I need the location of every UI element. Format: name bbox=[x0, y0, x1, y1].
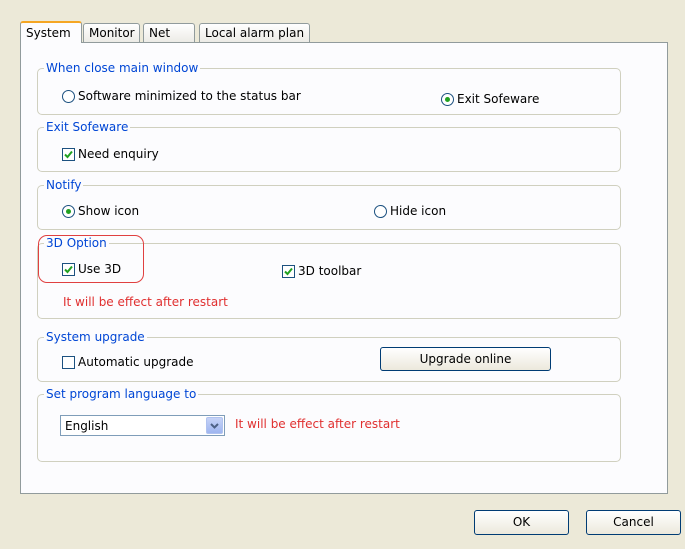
radio-label: Hide icon bbox=[390, 204, 447, 218]
group-legend: System upgrade bbox=[44, 330, 147, 345]
tab-monitor[interactable]: Monitor bbox=[83, 23, 140, 42]
radio-label: Show icon bbox=[78, 204, 140, 218]
radio-selected-icon bbox=[62, 204, 75, 218]
checkmark-icon bbox=[62, 147, 75, 161]
language-restart-notice: It will be effect after restart bbox=[235, 417, 400, 431]
group-legend: Exit Sofeware bbox=[44, 120, 131, 135]
chevron-down-icon[interactable] bbox=[206, 417, 223, 434]
checkbox-need-enquiry[interactable]: Need enquiry bbox=[62, 147, 159, 161]
cancel-button[interactable]: Cancel bbox=[586, 510, 681, 535]
group-legend: When close main window bbox=[44, 61, 201, 76]
checkmark-icon bbox=[62, 262, 75, 276]
language-select-value: English bbox=[65, 419, 109, 433]
group-legend: Notify bbox=[44, 178, 84, 193]
radio-exit-software[interactable]: Exit Sofeware bbox=[441, 92, 539, 106]
language-select[interactable]: English bbox=[60, 415, 225, 436]
checkbox-label: 3D toolbar bbox=[298, 264, 362, 278]
radio-hide-icon[interactable]: Hide icon bbox=[374, 204, 446, 218]
checkbox-3d-toolbar[interactable]: 3D toolbar bbox=[282, 264, 361, 278]
tab-net[interactable]: Net bbox=[143, 23, 195, 42]
tab-system[interactable]: System bbox=[20, 21, 82, 43]
checkbox-use-3d[interactable]: Use 3D bbox=[62, 262, 121, 276]
checkbox-label: Use 3D bbox=[78, 262, 122, 276]
radio-selected-icon bbox=[441, 92, 454, 106]
radio-minimize-to-status-bar[interactable]: Software minimized to the status bar bbox=[62, 89, 301, 103]
upgrade-online-button[interactable]: Upgrade online bbox=[380, 347, 551, 371]
radio-label: Exit Sofeware bbox=[457, 92, 540, 106]
group-legend: Set program language to bbox=[44, 387, 199, 402]
checkbox-automatic-upgrade[interactable]: Automatic upgrade bbox=[62, 355, 193, 369]
tab-local-alarm-plan[interactable]: Local alarm plan bbox=[199, 23, 310, 42]
radio-show-icon[interactable]: Show icon bbox=[62, 204, 139, 218]
radio-icon bbox=[374, 204, 387, 218]
radio-label: Software minimized to the status bar bbox=[78, 89, 301, 103]
checkbox-label: Automatic upgrade bbox=[78, 355, 194, 369]
checkmark-icon bbox=[282, 264, 295, 278]
checkbox-empty-icon bbox=[62, 355, 75, 369]
radio-icon bbox=[62, 89, 75, 103]
checkbox-label: Need enquiry bbox=[78, 147, 159, 161]
restart-notice: It will be effect after restart bbox=[63, 295, 228, 309]
ok-button[interactable]: OK bbox=[474, 510, 569, 535]
